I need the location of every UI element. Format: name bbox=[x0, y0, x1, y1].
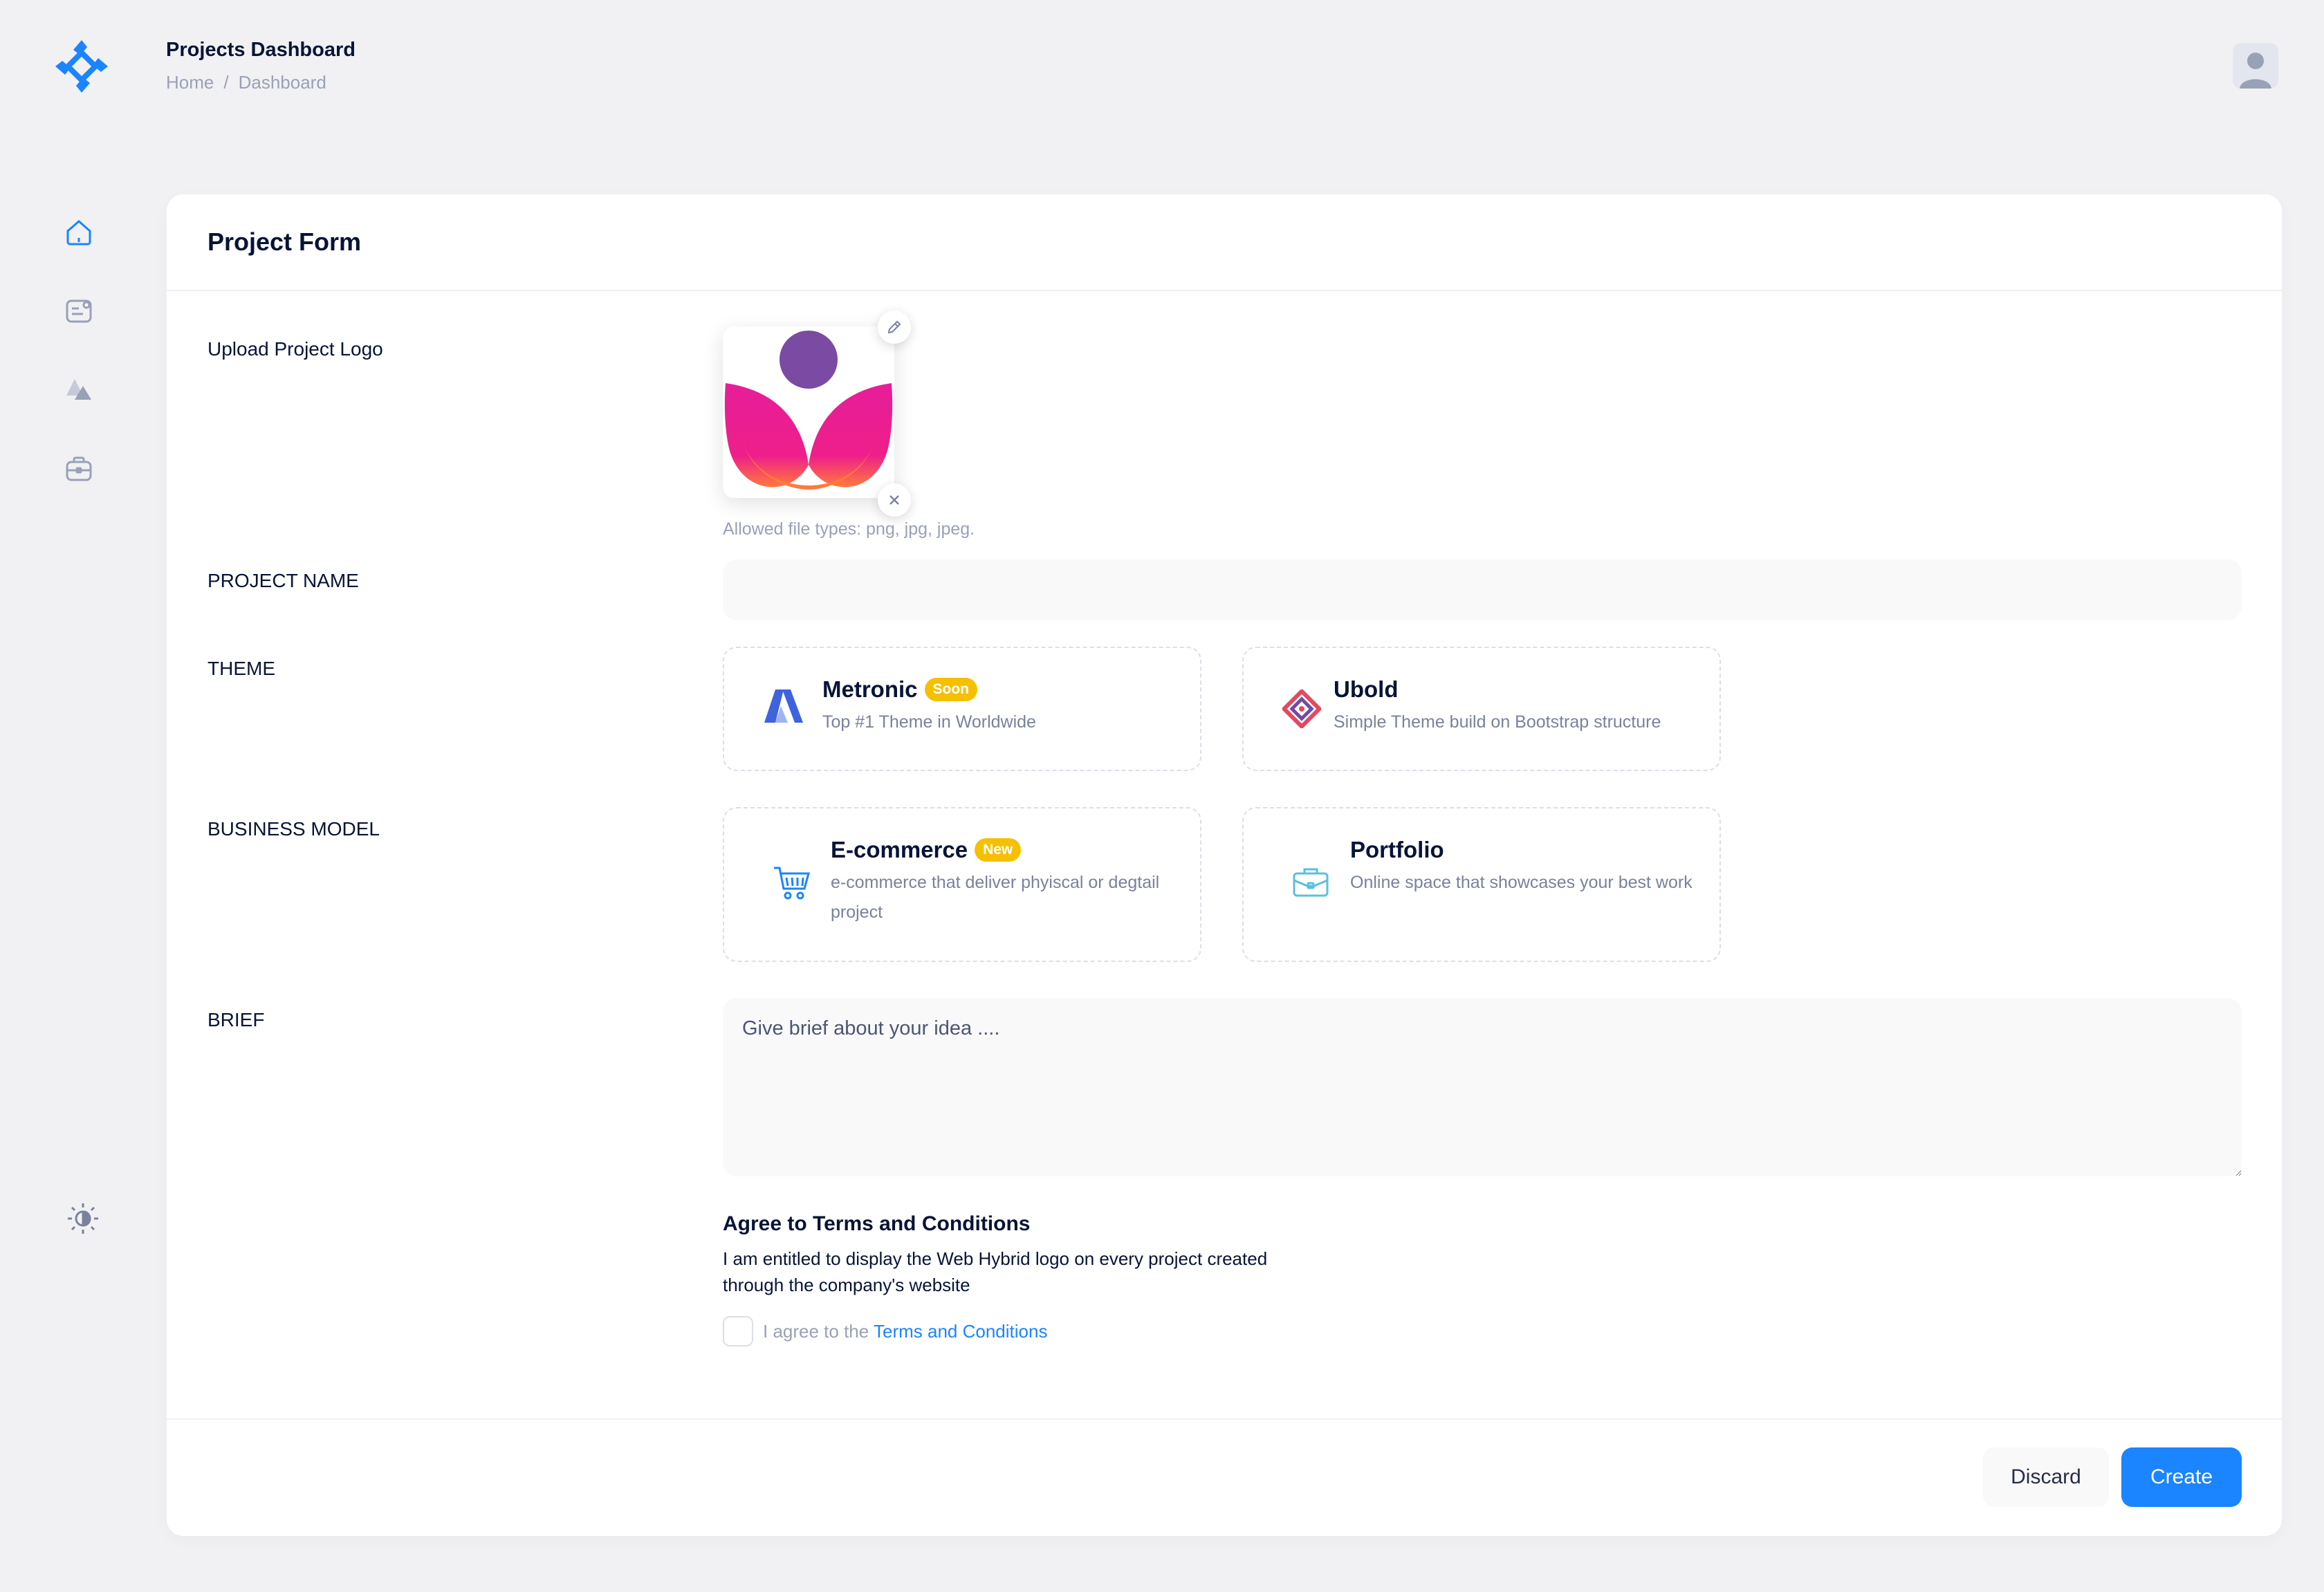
card-header: Project Form bbox=[167, 194, 2282, 291]
profile-card-icon[interactable] bbox=[61, 293, 97, 329]
shopping-cart-icon bbox=[773, 865, 811, 905]
create-button[interactable]: Create bbox=[2121, 1447, 2242, 1507]
brief-textarea[interactable] bbox=[723, 998, 2242, 1176]
theme-option-ubold[interactable]: Ubold Simple Theme build on Bootstrap st… bbox=[1242, 647, 1721, 771]
upload-logo-label: Upload Project Logo bbox=[208, 338, 383, 360]
brief-label: BRIEF bbox=[208, 1009, 265, 1030]
user-avatar[interactable] bbox=[2233, 43, 2278, 89]
terms-title: Agree to Terms and Conditions bbox=[723, 1212, 1031, 1235]
theme-name: Ubold bbox=[1334, 676, 1399, 702]
business-model-name: E-commerce bbox=[831, 837, 968, 862]
project-logo-preview[interactable] bbox=[723, 326, 894, 498]
business-model-label: BUSINESS MODEL bbox=[208, 818, 380, 840]
business-model-description: Online space that showcases your best wo… bbox=[1350, 873, 1693, 892]
app-logo-icon[interactable] bbox=[53, 37, 111, 95]
business-option-ecommerce[interactable]: E-commerce New e-commerce that deliver p… bbox=[723, 807, 1201, 962]
terms-checkbox-row[interactable]: I agree to the Terms and Conditions bbox=[723, 1316, 1047, 1346]
form-title: Project Form bbox=[208, 228, 362, 256]
discard-button[interactable]: Discard bbox=[1983, 1447, 2109, 1507]
business-model-name: Portfolio bbox=[1350, 837, 1444, 862]
home-icon[interactable] bbox=[61, 214, 97, 250]
breadcrumb-home[interactable]: Home bbox=[166, 72, 214, 93]
edit-logo-pencil-icon[interactable] bbox=[878, 311, 911, 344]
page-title: Projects Dashboard bbox=[166, 39, 356, 61]
breadcrumb-dashboard: Dashboard bbox=[238, 72, 326, 93]
soon-badge: Soon bbox=[924, 678, 978, 701]
terms-checkbox[interactable] bbox=[723, 1316, 753, 1346]
page-header: Projects Dashboard Home / Dashboard bbox=[166, 37, 356, 93]
metronic-logo-icon bbox=[764, 688, 809, 726]
project-name-label: PROJECT NAME bbox=[208, 570, 359, 591]
business-model-description: e-commerce that deliver phyiscal or degt… bbox=[831, 873, 1160, 922]
project-name-input[interactable] bbox=[723, 559, 2242, 620]
terms-checkbox-label: I agree to the bbox=[763, 1320, 874, 1342]
briefcase-icon bbox=[1292, 865, 1329, 902]
sidebar bbox=[61, 214, 97, 487]
theme-description: Top #1 Theme in Worldwide bbox=[822, 712, 1036, 732]
theme-description: Simple Theme build on Bootstrap structur… bbox=[1334, 712, 1661, 732]
project-form-card: Project Form Upload Project Logo Allowed… bbox=[167, 194, 2282, 1536]
ubold-logo-icon bbox=[1281, 688, 1322, 732]
briefcase-icon[interactable] bbox=[61, 451, 97, 487]
terms-link[interactable]: Terms and Conditions bbox=[874, 1321, 1047, 1342]
theme-option-metronic[interactable]: Metronic Soon Top #1 Theme in Worldwide bbox=[723, 647, 1201, 771]
terms-text: I am entitled to display the Web Hybrid … bbox=[723, 1248, 1268, 1295]
theme-name: Metronic bbox=[822, 676, 918, 702]
shapes-icon[interactable] bbox=[61, 372, 97, 408]
business-option-portfolio[interactable]: Portfolio Online space that showcases yo… bbox=[1242, 807, 1721, 962]
new-badge: New bbox=[975, 838, 1022, 862]
theme-toggle-sun-icon[interactable] bbox=[65, 1201, 101, 1237]
file-types-hint: Allowed file types: png, jpg, jpeg. bbox=[723, 519, 975, 539]
breadcrumb-separator: / bbox=[223, 72, 229, 93]
remove-logo-close-icon[interactable] bbox=[878, 483, 911, 517]
card-footer-divider bbox=[167, 1418, 2282, 1420]
theme-label: THEME bbox=[208, 658, 275, 679]
breadcrumb: Home / Dashboard bbox=[166, 72, 356, 93]
